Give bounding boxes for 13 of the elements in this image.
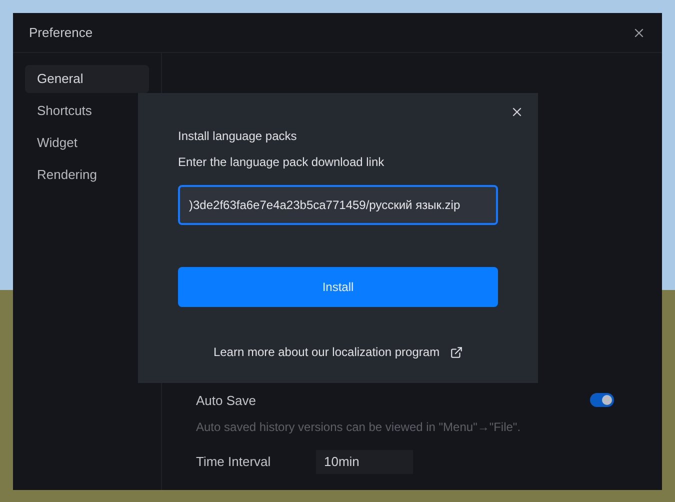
auto-save-toggle[interactable] — [590, 393, 614, 408]
close-icon[interactable] — [510, 105, 524, 119]
link-input-field[interactable]: )3de2f63fa6e7e4a23b5ca771459/русский язык.zip — [178, 185, 498, 225]
time-interval-field[interactable]: 10min — [316, 450, 413, 474]
localization-link[interactable]: Learn more about our localization program — [213, 343, 440, 361]
sidebar-item[interactable]: General — [25, 65, 149, 93]
external-link-icon — [450, 346, 463, 358]
window-title: Preference — [29, 24, 93, 42]
dialog-prompt: Enter the language pack download link — [178, 154, 386, 171]
setting-label: Auto Save — [196, 392, 256, 410]
setting-label: Time Interval — [196, 453, 272, 472]
dialog-title: Install language packs — [178, 128, 298, 145]
setting-description: Auto saved history versions can be viewed in "Menu"→"File". — [196, 419, 522, 436]
